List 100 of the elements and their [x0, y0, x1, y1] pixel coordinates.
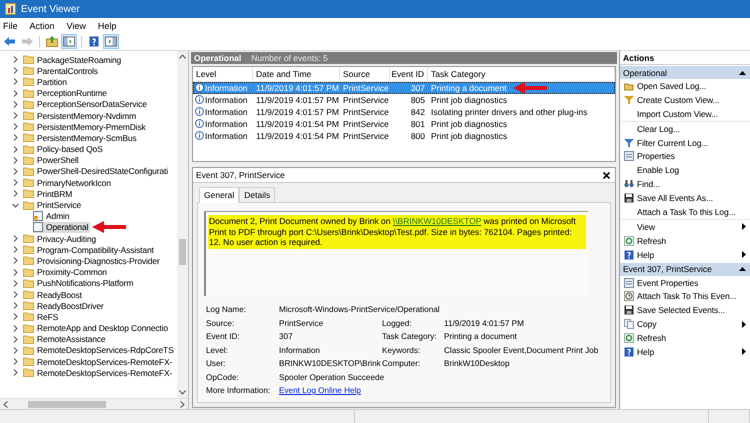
event-row[interactable]: Information 11/9/2019 4:01:54 PM PrintService 801 Print job diagnostics [193, 118, 615, 130]
tree-item[interactable]: Provisioning-Diagnostics-Provider [23, 255, 162, 266]
back-button[interactable] [2, 34, 18, 49]
scroll-left-icon[interactable] [3, 400, 8, 408]
chevron-right-icon[interactable] [12, 324, 19, 332]
command-item[interactable]: Save Selected Events... [620, 303, 750, 318]
menu-item[interactable]: Action [30, 20, 55, 30]
tree-item[interactable]: PerceptionSensorDataService [23, 98, 149, 110]
chevron-right-icon[interactable] [12, 67, 19, 74]
tab[interactable]: Details [239, 187, 276, 202]
menu-item[interactable]: Help [98, 20, 116, 30]
tree-item[interactable]: RemoteApp and Desktop Connectio [23, 322, 170, 334]
computer-link[interactable]: \\BRINKW10DESKTOP [392, 216, 482, 226]
close-icon[interactable] [603, 172, 610, 178]
scrollbar-thumb[interactable] [179, 239, 186, 265]
column-header[interactable]: Source [340, 66, 390, 81]
tree-item[interactable]: PrimaryNetworkIcon [23, 177, 113, 188]
tree-item[interactable]: PushNotifications-Platform [23, 278, 136, 289]
command-item[interactable]: Attach a Task To this Log... [620, 205, 750, 219]
command-item[interactable]: Refresh [620, 234, 750, 248]
help-link[interactable]: Event Log Online Help [279, 386, 361, 395]
column-header[interactable]: Date and Time [253, 66, 340, 81]
tree-item[interactable]: ReadyBoost [23, 289, 84, 300]
chevron-right-icon[interactable] [12, 112, 19, 120]
tree-item[interactable]: RemoteDesktopServices-RemoteFX- [23, 367, 174, 378]
chevron-right-icon[interactable] [12, 257, 19, 264]
command-item[interactable]: View [620, 218, 750, 234]
command-item[interactable]: Import Custom View... [620, 106, 750, 121]
chevron-right-icon[interactable] [12, 268, 19, 276]
tree-item[interactable]: Policy-based QoS [23, 144, 105, 155]
tree-item[interactable]: PersistentMemory-Nvdimm [23, 110, 138, 122]
tree-item[interactable]: PowerShell-DesiredStateConfigurati [23, 166, 170, 177]
chevron-right-icon[interactable] [12, 246, 19, 254]
chevron-right-icon[interactable] [12, 179, 19, 186]
horizontal-scrollbar[interactable] [0, 398, 188, 409]
event-row[interactable]: Information 11/9/2019 4:01:54 PM PrintService 800 Print job diagnostics [193, 130, 615, 142]
command-item[interactable]: Attach Task To This Even... [620, 289, 750, 304]
column-header[interactable]: Event ID [390, 66, 428, 81]
column-header[interactable]: Task Category [428, 66, 615, 81]
event-row[interactable]: Information 11/9/2019 4:01:57 PM PrintService 805 Print job diagnostics [193, 94, 615, 106]
chevron-right-icon[interactable] [12, 369, 19, 376]
command-item[interactable]: Filter Current Log... [620, 136, 750, 150]
tree-item[interactable]: ReFS [23, 311, 60, 322]
collapse-icon[interactable] [739, 70, 746, 74]
chevron-right-icon[interactable] [12, 235, 19, 242]
command-item[interactable]: Enable Log [620, 163, 750, 178]
column-header[interactable]: Level [193, 66, 253, 81]
chevron-right-icon[interactable] [12, 123, 19, 130]
command-item[interactable]: Open Saved Log... [620, 79, 750, 93]
tree-item[interactable]: PackageStateRoaming [23, 54, 124, 66]
chevron-down-icon[interactable] [12, 202, 19, 209]
tree-item[interactable]: RemoteAssistance [23, 334, 108, 345]
command-item[interactable]: Create Custom View... [620, 92, 750, 107]
command-item[interactable]: Event Properties [620, 276, 750, 290]
section-header[interactable]: Operational [620, 66, 750, 79]
chevron-right-icon[interactable] [12, 78, 19, 86]
tree-item[interactable]: Privacy-Auditing [23, 233, 98, 244]
chevron-right-icon[interactable] [12, 146, 19, 153]
command-item[interactable]: Help [620, 248, 750, 262]
command-item[interactable]: Copy [620, 317, 750, 332]
tree-item[interactable]: Partition [23, 76, 69, 88]
chevron-right-icon[interactable] [12, 346, 19, 354]
tree-item[interactable]: Program-Compatibility-Assistant [23, 244, 156, 256]
chevron-right-icon[interactable] [12, 100, 19, 108]
chevron-right-icon[interactable] [12, 168, 19, 175]
tree-item[interactable]: PrintService [23, 200, 84, 211]
chevron-right-icon[interactable] [12, 56, 19, 64]
scroll-right-icon[interactable] [180, 400, 185, 408]
tree-item[interactable]: PersistentMemory-PmemDisk [23, 121, 148, 132]
pane-toggle-button[interactable] [103, 34, 119, 49]
command-item[interactable]: Help [620, 345, 750, 359]
tree-item[interactable]: Proximity-Common [23, 266, 109, 278]
chevron-right-icon[interactable] [12, 302, 19, 310]
tree-item[interactable]: RemoteDesktopServices-RdpCoreTS [23, 344, 176, 356]
chevron-right-icon[interactable] [12, 313, 19, 320]
section-header[interactable]: Event 307, PrintService [620, 262, 750, 276]
collapse-icon[interactable] [739, 267, 746, 272]
chevron-right-icon[interactable] [12, 190, 19, 198]
scrollbar-thumb[interactable] [28, 400, 106, 408]
scroll-up-icon[interactable] [179, 54, 186, 59]
vertical-scrollbar[interactable] [177, 51, 188, 398]
command-item[interactable]: Refresh [620, 331, 750, 346]
scroll-down-icon[interactable] [179, 390, 186, 395]
chevron-right-icon[interactable] [12, 90, 19, 97]
tree-item[interactable]: Admin [33, 210, 72, 222]
menu-item[interactable]: View [66, 20, 86, 30]
pane-toggle-button[interactable] [61, 34, 77, 49]
tree-item[interactable]: ReadyBoostDriver [23, 300, 106, 312]
chevron-right-icon[interactable] [12, 280, 19, 287]
tree-item[interactable]: PowerShell [23, 154, 80, 166]
chevron-right-icon[interactable] [12, 134, 19, 142]
command-item[interactable]: Find... [620, 177, 750, 192]
chevron-right-icon[interactable] [12, 291, 19, 298]
up-folder-button[interactable] [44, 34, 60, 49]
command-item[interactable]: Clear Log... [620, 120, 750, 136]
tree-item[interactable]: PersistentMemory-ScmBus [23, 132, 139, 144]
chevron-right-icon[interactable] [12, 358, 19, 366]
tree-item[interactable]: PrintBRM [23, 188, 74, 200]
menu-item[interactable]: File [3, 20, 18, 30]
command-item[interactable]: Save All Events As... [620, 191, 750, 206]
